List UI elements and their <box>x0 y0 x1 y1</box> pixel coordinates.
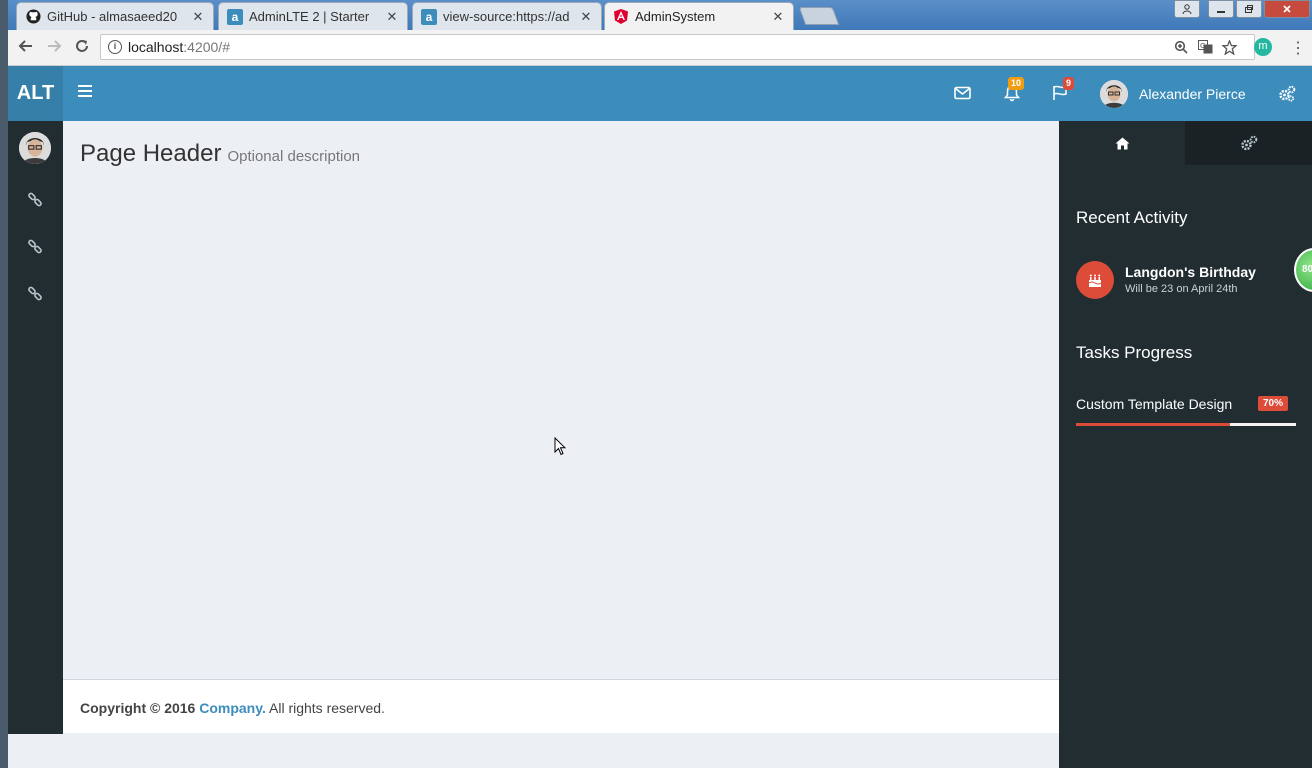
url-host: localhost <box>128 39 184 55</box>
home-icon <box>1115 137 1129 149</box>
sidebar-toggle-icon[interactable] <box>78 85 92 99</box>
minimize-icon[interactable] <box>1208 0 1234 18</box>
info-icon[interactable]: i <box>108 40 122 54</box>
mouse-cursor-icon <box>554 436 567 456</box>
tab-title: AdminSystem <box>635 9 716 24</box>
browser-toolbar: i localhost:4200/# G m ⋮ <box>8 30 1312 66</box>
main-sidebar <box>8 121 63 734</box>
extension-m-icon[interactable]: m <box>1254 38 1272 56</box>
company-link[interactable]: Company. <box>199 700 266 716</box>
rights-text: All rights reserved. <box>265 700 385 716</box>
browser-tab-strip: GitHub - almasaeed20 ✕ a AdminLTE 2 | St… <box>8 0 1312 30</box>
browser-tab-github[interactable]: GitHub - almasaeed20 ✕ <box>16 2 214 30</box>
task-label[interactable]: Custom Template Design <box>1076 396 1232 412</box>
sidebar-user-avatar[interactable] <box>19 132 51 164</box>
copyright-text: Copyright © 2016 Company. All rights res… <box>80 700 385 716</box>
content-wrapper: Page Header Optional description <box>63 121 1059 679</box>
url-path: :4200/# <box>183 39 230 55</box>
notifications-count-badge: 10 <box>1008 77 1025 90</box>
a-logo-icon: a <box>421 8 437 25</box>
close-icon[interactable]: ✕ <box>771 9 785 25</box>
task-progress-fill <box>1076 423 1230 426</box>
back-icon[interactable] <box>16 38 36 58</box>
window-controls <box>1174 0 1200 18</box>
bookmark-star-icon[interactable] <box>1220 39 1238 56</box>
svg-text:G: G <box>1200 42 1205 50</box>
page-description: Optional description <box>227 148 361 165</box>
admin-app: ALT 10 9 Alexander Pierce Page Header Op… <box>8 66 1312 768</box>
sidebar-link-icon[interactable] <box>27 286 43 302</box>
task-percent-badge: 70% <box>1258 396 1289 411</box>
close-icon[interactable]: ✕ <box>579 9 593 25</box>
tab-home[interactable] <box>1059 121 1185 165</box>
reload-icon[interactable] <box>72 38 92 58</box>
url-text: localhost:4200/# <box>128 39 230 55</box>
tab-title: GitHub - almasaeed20 <box>47 9 178 24</box>
activity-subtitle: Will be 23 on April 24th <box>1125 283 1238 295</box>
browser-tab-view-source[interactable]: a view-source:https://ad ✕ <box>412 2 602 30</box>
tab-settings[interactable] <box>1186 121 1312 165</box>
close-icon[interactable]: ✕ <box>385 9 399 25</box>
window-close-icon[interactable] <box>1264 0 1310 18</box>
page-title-text: Page Header <box>80 140 222 167</box>
zoom-icon[interactable] <box>1173 40 1189 56</box>
main-footer: Copyright © 2016 Company. All rights res… <box>63 679 1059 733</box>
birthday-cake-icon[interactable] <box>1076 261 1114 299</box>
control-sidebar-gears-icon[interactable] <box>1278 85 1296 107</box>
tasks-count-badge: 9 <box>1063 77 1075 90</box>
browser-tab-adminlte[interactable]: a AdminLTE 2 | Starter ✕ <box>218 2 408 30</box>
tasks-progress-heading: Tasks Progress <box>1076 343 1193 362</box>
angular-icon <box>613 9 629 25</box>
task-progress-bar <box>1076 423 1296 426</box>
forward-icon[interactable] <box>44 38 64 58</box>
new-tab-button[interactable] <box>798 7 840 25</box>
user-name[interactable]: Alexander Pierce <box>1139 86 1246 102</box>
activity-title[interactable]: Langdon's Birthday <box>1125 264 1256 280</box>
messages-envelope-icon[interactable] <box>954 86 971 105</box>
app-logo[interactable]: ALT <box>8 66 63 121</box>
user-avatar[interactable] <box>1100 80 1128 108</box>
restore-icon[interactable] <box>1236 0 1262 18</box>
gears-icon <box>1241 135 1258 150</box>
control-sidebar: Recent Activity Langdon's Birthday Will … <box>1059 121 1312 768</box>
sidebar-link-icon[interactable] <box>27 192 43 208</box>
close-icon[interactable]: ✕ <box>191 9 205 25</box>
sidebar-link-icon[interactable] <box>27 239 43 255</box>
github-icon <box>25 9 41 25</box>
tab-title: AdminLTE 2 | Starter <box>249 9 370 24</box>
browser-tab-adminsystem[interactable]: AdminSystem ✕ <box>604 2 794 30</box>
page-title: Page Header Optional description <box>80 140 360 168</box>
a-logo-icon: a <box>227 8 243 25</box>
tab-title: view-source:https://ad <box>443 9 570 24</box>
desktop-edge <box>0 0 8 768</box>
control-sidebar-tabs <box>1059 121 1312 165</box>
address-bar[interactable]: i localhost:4200/# G <box>100 34 1255 60</box>
recent-activity-heading: Recent Activity <box>1076 208 1188 227</box>
window-buttons <box>1208 0 1310 18</box>
browser-menu-icon[interactable]: ⋮ <box>1290 38 1306 58</box>
main-header: ALT 10 9 Alexander Pierce <box>8 66 1312 121</box>
profile-icon[interactable] <box>1174 0 1200 18</box>
copyright-label: Copyright © 2016 <box>80 700 200 716</box>
translate-icon[interactable]: G <box>1197 40 1213 56</box>
